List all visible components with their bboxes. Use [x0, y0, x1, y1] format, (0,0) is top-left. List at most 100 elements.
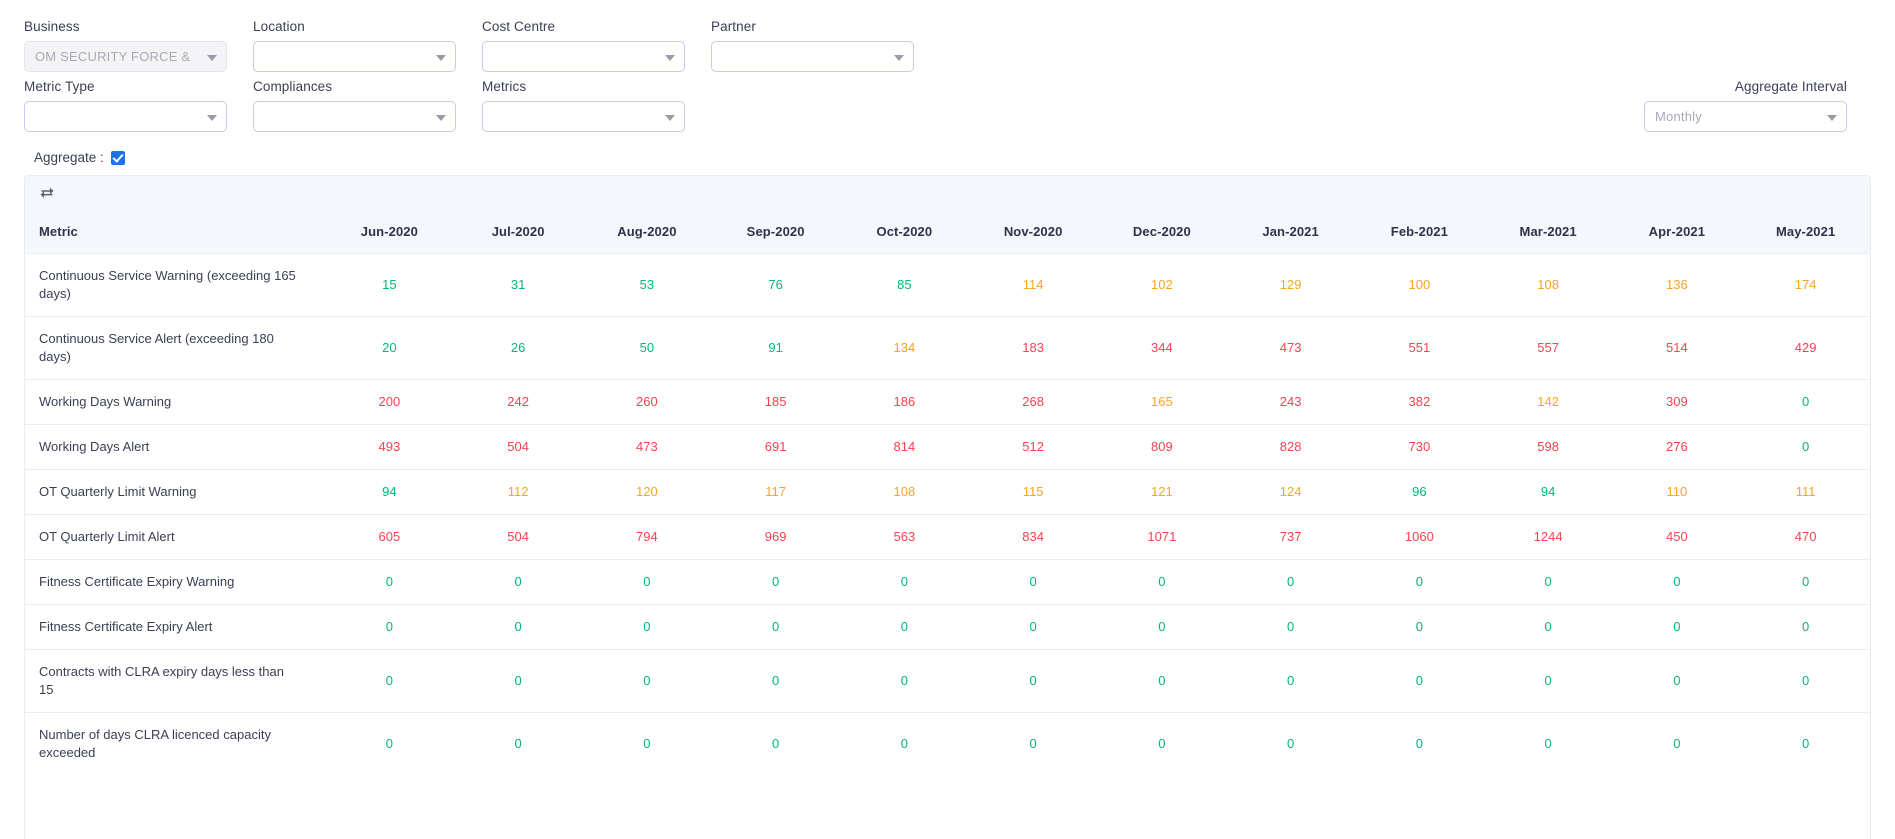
metric-value-cell: 20 — [325, 316, 454, 380]
col-header-4[interactable]: Oct-2020 — [840, 214, 969, 254]
metric-value-cell: 450 — [1612, 514, 1742, 560]
table-row: Fitness Certificate Expiry Warning 0 0 0 0 0 0… — [25, 559, 1870, 605]
metric-value-cell: 0 — [711, 559, 840, 605]
metric-value-cell: 0 — [1741, 379, 1870, 425]
metric-value-cell: 124 — [1226, 469, 1355, 515]
col-header-0[interactable]: Jun-2020 — [325, 214, 454, 254]
metric-value-cell: 0 — [1097, 649, 1227, 713]
table-row: OT Quarterly Limit Warning 94 112 120 117 108… — [25, 469, 1870, 515]
metric-value-cell: 0 — [1741, 424, 1870, 470]
business-select[interactable]: OM SECURITY FORCE & — [24, 41, 227, 72]
metric-type-select[interactable] — [24, 101, 227, 132]
col-header-10[interactable]: Apr-2021 — [1612, 214, 1742, 254]
metric-value-cell: 0 — [1226, 649, 1355, 713]
aggregate-interval-select[interactable]: Monthly — [1644, 101, 1847, 132]
metrics-select[interactable] — [482, 101, 685, 132]
aggregate-checkbox[interactable] — [110, 150, 125, 165]
location-select[interactable] — [253, 41, 456, 72]
metrics-table: Metric Jun-2020 Jul-2020 Aug-2020 Sep-20… — [25, 214, 1870, 775]
metric-value-cell: 268 — [968, 379, 1098, 425]
col-header-9[interactable]: Mar-2021 — [1483, 214, 1613, 254]
partner-select[interactable] — [711, 41, 914, 72]
metric-label: Fitness Certificate Expiry Warning — [25, 559, 325, 605]
metric-value-cell: 26 — [453, 316, 583, 380]
metric-value-cell: 737 — [1226, 514, 1355, 560]
metric-value-cell: 0 — [840, 712, 969, 775]
metric-label: Contracts with CLRA expiry days less tha… — [25, 649, 325, 713]
metric-value-cell: 551 — [1355, 316, 1484, 380]
table-row: Fitness Certificate Expiry Alert 0 0 0 0 0 0 0 0… — [25, 604, 1870, 650]
metric-value-cell: 473 — [1226, 316, 1355, 380]
table-row: Working Days Alert 493 504 473 691 814 512 809 8… — [25, 424, 1870, 470]
filter-cost-centre: Cost Centre — [482, 18, 685, 72]
metric-value-cell: 85 — [840, 253, 969, 317]
metric-value-cell: 1071 — [1097, 514, 1227, 560]
metric-value-cell: 0 — [1355, 712, 1484, 775]
metric-value-cell: 102 — [1097, 253, 1227, 317]
table-row: Working Days Warning 200 242 260 185 186 268 16… — [25, 379, 1870, 425]
metric-value-cell: 382 — [1355, 379, 1484, 425]
metric-value-cell: 129 — [1226, 253, 1355, 317]
metric-value-cell: 200 — [325, 379, 454, 425]
metric-value-cell: 470 — [1741, 514, 1870, 560]
metric-value-cell: 0 — [1741, 649, 1870, 713]
table-row: Continuous Service Warning (exceeding 16… — [25, 253, 1870, 317]
metric-value-cell: 0 — [840, 649, 969, 713]
col-header-5[interactable]: Nov-2020 — [968, 214, 1098, 254]
metric-value-cell: 183 — [968, 316, 1098, 380]
col-header-metric[interactable]: Metric — [25, 214, 325, 254]
filter-partner-label: Partner — [711, 19, 756, 34]
metric-value-cell: 0 — [968, 559, 1098, 605]
metric-value-cell: 0 — [325, 649, 454, 713]
metric-value-cell: 0 — [325, 712, 454, 775]
metric-value-cell: 0 — [1741, 604, 1870, 650]
metric-value-cell: 91 — [711, 316, 840, 380]
col-header-11[interactable]: May-2021 — [1741, 214, 1870, 254]
metric-value-cell: 0 — [1741, 712, 1870, 775]
metric-value-cell: 114 — [968, 253, 1098, 317]
col-header-1[interactable]: Jul-2020 — [453, 214, 583, 254]
metric-value-cell: 598 — [1483, 424, 1613, 470]
metric-value-cell: 108 — [1483, 253, 1613, 317]
metric-value-cell: 53 — [582, 253, 712, 317]
metrics-table-head: Metric Jun-2020 Jul-2020 Aug-2020 Sep-20… — [25, 214, 1870, 254]
metric-value-cell: 0 — [1483, 559, 1613, 605]
chevron-down-icon — [665, 54, 675, 61]
metric-value-cell: 794 — [582, 514, 712, 560]
metric-value-cell: 0 — [453, 649, 583, 713]
metric-value-cell: 0 — [1355, 559, 1484, 605]
compliances-select[interactable] — [253, 101, 456, 132]
metric-value-cell: 473 — [582, 424, 712, 470]
metric-value-cell: 0 — [840, 604, 969, 650]
metric-value-cell: 100 — [1355, 253, 1484, 317]
cost-centre-select[interactable] — [482, 41, 685, 72]
transpose-icon[interactable] — [39, 185, 59, 205]
col-header-2[interactable]: Aug-2020 — [582, 214, 712, 254]
chevron-down-icon — [207, 54, 217, 61]
aggregate-label: Aggregate : — [34, 150, 104, 165]
col-header-3[interactable]: Sep-2020 — [711, 214, 840, 254]
col-header-8[interactable]: Feb-2021 — [1355, 214, 1484, 254]
metric-value-cell: 512 — [968, 424, 1098, 470]
metric-value-cell: 260 — [582, 379, 712, 425]
filter-location: Location — [253, 18, 456, 72]
metric-value-cell: 0 — [711, 649, 840, 713]
metric-value-cell: 0 — [1226, 559, 1355, 605]
metric-label: Fitness Certificate Expiry Alert — [25, 604, 325, 650]
col-header-7[interactable]: Jan-2021 — [1226, 214, 1355, 254]
metric-value-cell: 243 — [1226, 379, 1355, 425]
metric-value-cell: 0 — [968, 649, 1098, 713]
metric-value-cell: 0 — [840, 559, 969, 605]
metric-value-cell: 730 — [1355, 424, 1484, 470]
table-row: OT Quarterly Limit Alert 605 504 794 969 563 8… — [25, 514, 1870, 560]
metric-value-cell: 0 — [1097, 712, 1227, 775]
metric-label: Continuous Service Warning (exceeding 16… — [25, 253, 325, 317]
metric-value-cell: 0 — [1097, 604, 1227, 650]
filter-compliances: Compliances — [253, 78, 456, 132]
metric-label: Continuous Service Alert (exceeding 180 … — [25, 316, 325, 380]
metric-label: Number of days CLRA licenced capacity ex… — [25, 712, 325, 775]
metric-value-cell: 0 — [711, 604, 840, 650]
col-header-6[interactable]: Dec-2020 — [1097, 214, 1227, 254]
metric-value-cell: 117 — [711, 469, 840, 515]
metric-value-cell: 108 — [840, 469, 969, 515]
